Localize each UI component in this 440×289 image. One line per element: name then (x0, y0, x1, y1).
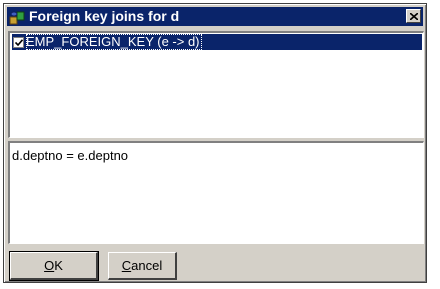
foreign-key-list[interactable]: EMP_FOREIGN_KEY (e -> d) (8, 31, 424, 138)
dialog-window: Foreign key joins for d EMP_FOREIGN_KEY … (3, 3, 427, 283)
ok-label: K (54, 258, 63, 273)
checkmark-icon (14, 38, 23, 46)
window-title: Foreign key joins for d (29, 8, 180, 24)
cancel-label: ancel (131, 258, 163, 273)
list-item[interactable]: EMP_FOREIGN_KEY (e -> d) (12, 34, 422, 50)
database-icon (9, 11, 25, 24)
cancel-button[interactable]: Cancel (108, 252, 177, 280)
cancel-mnemonic: C (121, 258, 132, 273)
title-bar[interactable]: Foreign key joins for d (7, 7, 423, 26)
item-checkbox[interactable] (13, 36, 24, 48)
join-condition-textarea[interactable]: d.deptno = e.deptno (8, 141, 424, 244)
close-icon (409, 12, 418, 20)
join-condition-text: d.deptno = e.deptno (12, 148, 129, 163)
close-button[interactable] (406, 9, 421, 23)
ok-mnemonic: O (44, 258, 55, 273)
list-item-label: EMP_FOREIGN_KEY (e -> d) (26, 34, 202, 50)
ok-button[interactable]: OK (9, 251, 99, 281)
